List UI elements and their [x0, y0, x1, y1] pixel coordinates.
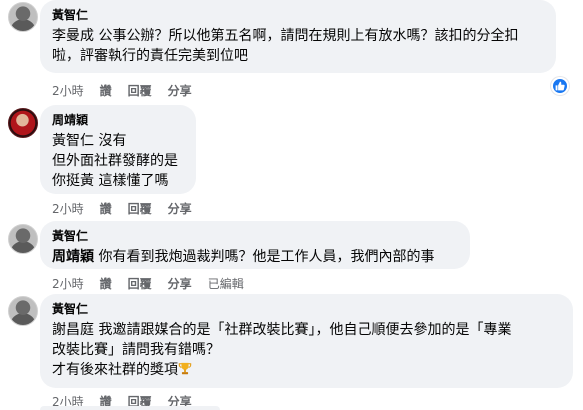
comment-author[interactable]: 黃智仁 — [52, 302, 561, 317]
share-button[interactable]: 分享 — [168, 275, 192, 292]
like-button[interactable]: 讚 — [100, 275, 112, 292]
avatar[interactable] — [8, 108, 38, 138]
comment-timestamp[interactable]: 2小時 — [52, 200, 84, 217]
comment-text-line: 才有後來社群的獎項 — [52, 360, 561, 380]
comment-bubble: 周靖穎 黃智仁 沒有 但外面社群發酵的是 你挺黃 這樣懂了嗎 — [40, 105, 196, 194]
comment-author[interactable]: 黃智仁 — [52, 8, 544, 23]
comment-actions: 2小時 讚 回覆 分享 已編輯 — [52, 275, 260, 292]
comment-text-line: 黃智仁 沒有 — [52, 131, 184, 151]
comment-text-segment: 才有後來社群的獎項 — [52, 362, 178, 378]
avatar[interactable] — [8, 2, 38, 32]
comment-actions: 2小時 讚 回覆 分享 — [52, 200, 208, 217]
comment-text-line: 啦，評審執行的責任完美到位吧 — [52, 48, 248, 64]
comment-timestamp[interactable]: 2小時 — [52, 82, 84, 99]
share-button[interactable]: 分享 — [168, 200, 192, 217]
trophy-emoji-icon — [178, 362, 192, 375]
like-button[interactable]: 讚 — [100, 82, 112, 99]
comment-text-line: 改裝比賽」請問我有錯嗎？ — [52, 342, 220, 358]
like-reaction-badge[interactable] — [551, 77, 569, 95]
comment-author[interactable]: 周靖穎 — [52, 113, 184, 128]
comment-text-line: 但外面社群發酵的是 — [52, 153, 178, 169]
comment-actions: 2小時 讚 回覆 分享 — [52, 82, 208, 99]
mention-link[interactable]: 黃智仁 — [52, 133, 94, 149]
mention-link[interactable]: 周靖穎 — [52, 249, 94, 265]
comment-text-line: 謝昌庭 我邀請跟媒合的是「社群改裝比賽」，他自己順便去參加的是「專業 — [52, 322, 512, 338]
comment-bubble: 黃智仁 謝昌庭 我邀請跟媒合的是「社群改裝比賽」，他自己順便去參加的是「專業 改… — [40, 294, 573, 388]
comment-text-line: 李曼成 公事公辦？所以他第五名啊，請問在規則上有放水嗎？該扣的分全扣 — [52, 28, 519, 44]
avatar[interactable] — [8, 224, 38, 254]
next-comment-bubble-edge — [40, 406, 220, 410]
comment-timestamp[interactable]: 2小時 — [52, 275, 84, 292]
reply-button[interactable]: 回覆 — [128, 82, 152, 99]
comment-text-segment: 沒有 — [94, 133, 127, 149]
share-button[interactable]: 分享 — [168, 82, 192, 99]
like-button[interactable]: 讚 — [100, 200, 112, 217]
avatar[interactable] — [8, 296, 38, 326]
comment-bubble: 黃智仁 周靖穎 你有看到我炮過裁判嗎？他是工作人員，我們內部的事 — [40, 221, 470, 269]
edited-label: 已編輯 — [207, 277, 244, 291]
thumbs-up-icon — [555, 81, 565, 91]
comment-text-segment: 你有看到我炮過裁判嗎？他是工作人員，我們內部的事 — [94, 249, 435, 265]
reply-button[interactable]: 回覆 — [128, 200, 152, 217]
comment-text-line: 你挺黃 這樣懂了嗎 — [52, 173, 169, 189]
comment-author[interactable]: 黃智仁 — [52, 229, 458, 244]
comment-bubble: 黃智仁 李曼成 公事公辦？所以他第五名啊，請問在規則上有放水嗎？該扣的分全扣 啦… — [40, 0, 556, 73]
comment-text-line: 周靖穎 你有看到我炮過裁判嗎？他是工作人員，我們內部的事 — [52, 247, 458, 267]
reply-button[interactable]: 回覆 — [128, 275, 152, 292]
